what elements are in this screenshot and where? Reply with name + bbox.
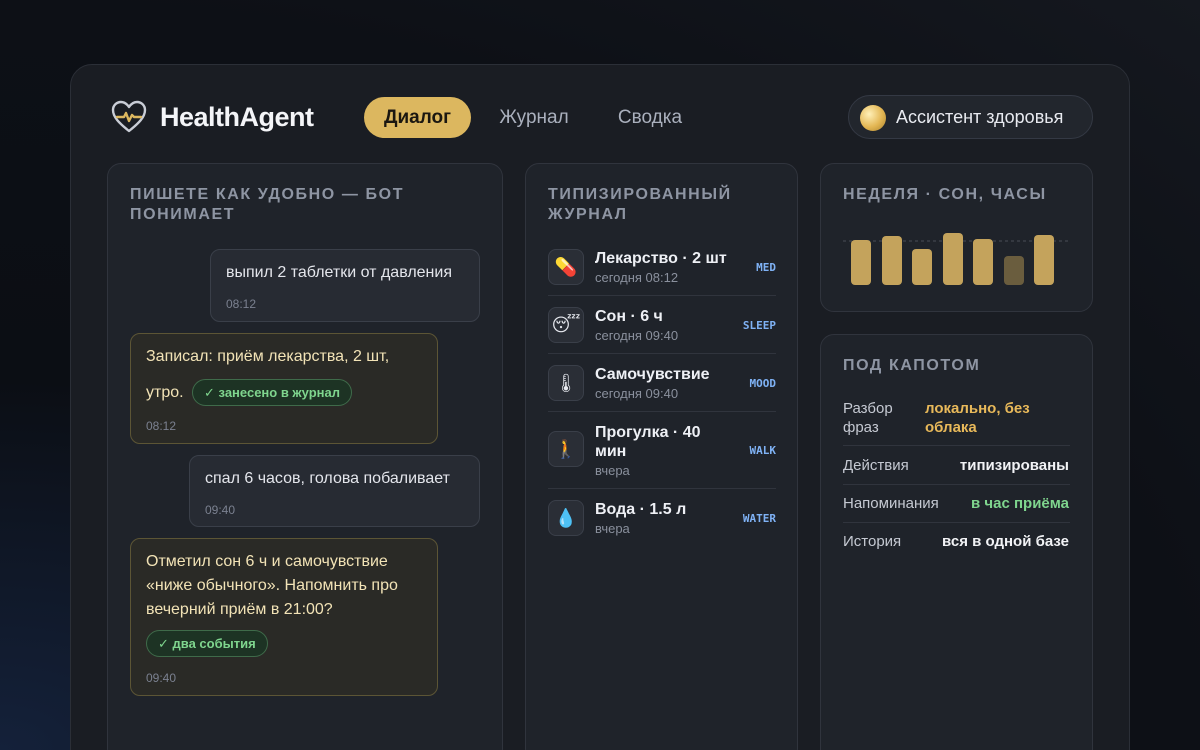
row-value: локально, без [925,400,1030,417]
entry-title: Самочувствие [595,366,710,383]
assistant-label: Ассистент здоровья [896,107,1064,127]
divider [548,411,776,412]
chat-message-bot: Записал: приём лекарства, 2 шт, утро. ✓ … [130,333,438,444]
row-value: типизированы [959,457,1069,474]
chat-message-user: выпил 2 таблетки от давления 08:12 [210,249,480,322]
row-label: фраз [843,419,879,436]
divider [548,488,776,489]
events-chip: ✓ два события [146,630,268,657]
chat-message-user: спал 6 часов, голова побаливает 09:40 [189,455,480,527]
logged-chip: ✓ занесено в журнал [192,379,352,406]
water-drop-icon: 💧 [548,500,584,536]
entry-time: сегодня 09:40 [595,328,679,343]
assistant-avatar [860,105,886,131]
assistant-badge[interactable]: Ассистент здоровья [848,95,1093,139]
sleep-bar [1034,235,1054,285]
divider [548,295,776,296]
tab-journal[interactable]: Журнал [484,97,584,138]
brand-name: HealthAgent [160,102,314,132]
divider [548,353,776,354]
sleep-bar [1003,256,1024,285]
journal-entry[interactable]: 🌡 Самочувствие сегодня 09:40 MOOD [548,365,776,403]
divider [843,522,1070,523]
sleep-bar [973,239,993,285]
entry-type-tag: WALK [749,444,777,457]
journal-entry[interactable]: 😴 Сон · 6 ч сегодня 09:40 SLEEP [548,307,776,345]
entry-title-line1: Прогулка · 40 [595,424,701,441]
entry-title: Сон · 6 ч [595,308,663,325]
message-text: утро. [146,384,184,401]
entry-time: сегодня 09:40 [595,386,679,401]
message-time: 08:12 [226,297,257,311]
engine-title: ПОД КАПОТОМ [843,357,981,374]
row-label: История [843,533,902,550]
message-text: спал 6 часов, голова побаливает [205,470,450,487]
entry-type-tag: MOOD [749,377,777,390]
entry-type-tag: WATER [742,512,776,525]
message-time: 08:12 [146,419,177,433]
journal-entry[interactable]: 🚶 Прогулка · 40 мин вчера WALK [548,423,776,479]
entry-type-tag: SLEEP [742,319,776,332]
sleep-bar [851,240,871,285]
sleep-bar [881,236,902,285]
sleep-bar [912,249,932,285]
entry-time: вчера [595,521,630,536]
entry-title-line2: мин [595,443,627,460]
message-text: Отметил сон 6 ч и самочувствие [146,553,388,570]
journal-title-line2: ЖУРНАЛ [548,206,628,223]
week-title: НЕДЕЛЯ · СОН, ЧАСЫ [843,186,1047,203]
message-text: «ниже обычного». Напомнить про [146,577,398,594]
row-value: в час приёма [971,495,1069,512]
entry-time: сегодня 08:12 [595,270,679,285]
divider [843,445,1070,446]
chat-message-bot: Отметил сон 6 ч и самочувствие «ниже обы… [130,538,438,696]
sleep-bar [942,233,963,285]
entry-type-tag: MED [756,261,776,274]
journal-entry[interactable]: 💊 Лекарство · 2 шт сегодня 08:12 MED [548,249,776,287]
message-text: Записал: приём лекарства, 2 шт, [146,348,390,365]
row-value: облака [925,419,977,436]
journal-title-line1: ТИПИЗИРОВАННЫЙ [548,186,732,203]
sleepy-face-icon: 😴 [548,307,584,343]
tab-summary[interactable]: Сводка [600,97,700,138]
entry-time: вчера [595,463,630,478]
entry-title: Лекарство · 2 шт [595,250,727,267]
journal-entry[interactable]: 💧 Вода · 1.5 л вчера WATER [548,500,776,538]
walking-person-icon: 🚶 [548,431,584,467]
row-label: Разбор [843,400,893,417]
thermometer-icon: 🌡 [548,365,584,401]
entry-title: Вода · 1.5 л [595,501,687,518]
tab-dialog[interactable]: Диалог [364,97,471,138]
message-text: вечерний приём в 21:00? [146,601,333,618]
row-value: вся в одной базе [942,533,1069,550]
row-label: Действия [843,457,909,474]
pill-icon: 💊 [548,249,584,285]
chat-title-line2: ПОНИМАЕТ [130,206,236,223]
message-time: 09:40 [205,503,236,517]
message-text: выпил 2 таблетки от давления [226,264,452,281]
chat-title-line1: ПИШЕТЕ КАК УДОБНО — БОТ [130,186,405,203]
message-time: 09:40 [146,671,177,685]
divider [843,484,1070,485]
heart-pulse-icon [111,100,147,133]
row-label: Напоминания [843,495,939,512]
